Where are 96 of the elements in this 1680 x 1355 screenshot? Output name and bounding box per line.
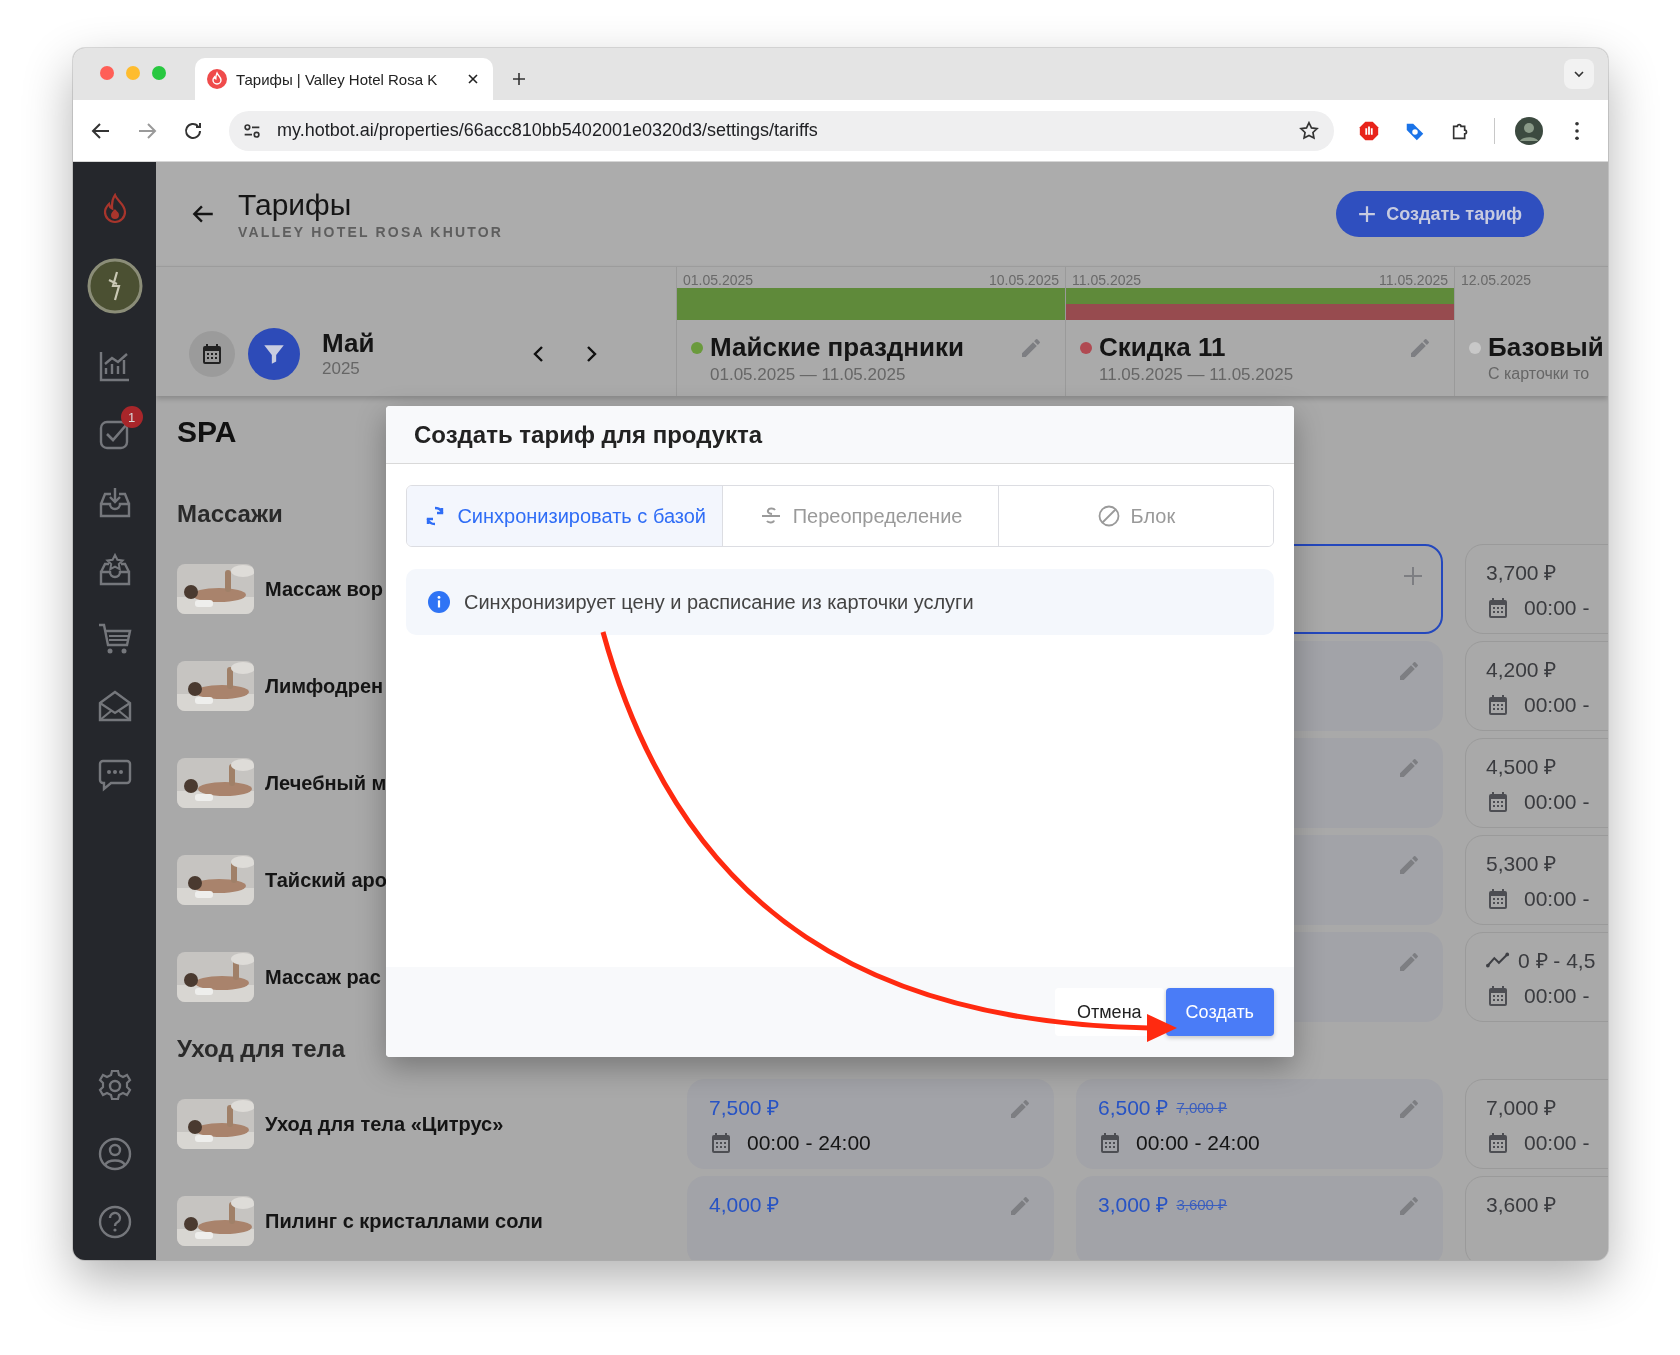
- tariff-price-card[interactable]: 4,200 ₽ 00:00 -: [1465, 641, 1608, 731]
- tariff-price-card[interactable]: 0 ₽ - 4,5 00:00 -: [1465, 932, 1608, 1022]
- time-range: 00:00 -: [1524, 596, 1590, 620]
- bookmark-star-icon[interactable]: [1298, 119, 1320, 142]
- plus-icon[interactable]: [1358, 205, 1377, 223]
- end-date: 11.05.2025: [1378, 272, 1448, 288]
- address-bar[interactable]: my.hotbot.ai/properties/66acc810bb5402001e0320d3/settings/tariffs: [229, 110, 1334, 151]
- help-icon[interactable]: [96, 1204, 133, 1240]
- start-date: 01.05.2025: [683, 272, 754, 288]
- old-price: 3,600 ₽: [1176, 1195, 1228, 1214]
- calendar-icon: [1486, 596, 1510, 620]
- tariff-price-card[interactable]: 7,000 ₽ 00:00 -: [1465, 1079, 1608, 1169]
- start-date: 12.05.2025: [1461, 272, 1532, 288]
- time-range: 00:00 -: [1524, 984, 1590, 1008]
- product-name: Уход для тела «Цитрус»: [265, 1112, 504, 1136]
- calendar-icon: [1486, 693, 1510, 717]
- create-tariff-button[interactable]: Создать тариф: [1336, 191, 1544, 237]
- calendar-icon[interactable]: [200, 341, 224, 366]
- product-name: Массаж вор: [265, 577, 383, 601]
- calendar-icon: [1486, 790, 1510, 814]
- url-text: my.hotbot.ai/properties/66acc810bb5402001e0320d3/settings/tariffs: [277, 120, 819, 141]
- flame-icon: [207, 69, 227, 89]
- time-range: 00:00 -: [1524, 693, 1590, 717]
- product-name: Лимфодрен: [265, 674, 384, 698]
- month-label: Май: [322, 328, 376, 359]
- flame-logo-icon[interactable]: [102, 193, 127, 225]
- price: 7,500 ₽: [709, 1095, 780, 1121]
- tariff-price-card[interactable]: 3,700 ₽ 00:00 -: [1465, 544, 1608, 634]
- price: 5,300 ₽: [1486, 851, 1557, 877]
- tariff-name[interactable]: Скидка 11: [1099, 332, 1226, 363]
- price: 3,000 ₽: [1098, 1192, 1169, 1218]
- price: 4,000 ₽: [709, 1192, 780, 1218]
- info-text: Синхронизирует цену и расписание из карточки услуги: [464, 590, 974, 614]
- mode-tab[interactable]: Блок: [997, 486, 1273, 546]
- price: 0 ₽ - 4,5: [1518, 948, 1596, 974]
- mode-tab[interactable]: Синхронизировать с базой: [407, 486, 723, 546]
- time-range: 00:00 -: [1524, 887, 1590, 911]
- stop-hand-icon[interactable]: [1358, 119, 1380, 142]
- tariff-period: 11.05.2025 — 11.05.2025: [1099, 365, 1295, 385]
- section-title: SPA: [176, 414, 237, 450]
- year-label: 2025: [322, 359, 361, 379]
- page-title: Тарифы: [238, 188, 353, 222]
- time-range: 00:00 - 24:00: [1136, 1131, 1260, 1155]
- browser-tab[interactable]: Тарифы | Valley Hotel Rosa K: [195, 58, 493, 100]
- filter-button[interactable]: [248, 327, 300, 380]
- calendar-icon: [1486, 1131, 1510, 1155]
- tariff-price-card[interactable]: 4,500 ₽ 00:00 -: [1465, 738, 1608, 828]
- profile-avatar-icon[interactable]: [1515, 116, 1543, 145]
- property-avatar-icon[interactable]: [86, 258, 143, 314]
- price: 6,500 ₽: [1098, 1095, 1169, 1121]
- close-icon[interactable]: [467, 73, 479, 85]
- trend-icon: [1486, 952, 1510, 968]
- hotel-name: VALLEY HOTEL ROSA KHUTOR: [238, 224, 504, 240]
- tariff-period: 01.05.2025 — 11.05.2025: [710, 365, 907, 385]
- block-icon[interactable]: [1096, 504, 1121, 528]
- calendar-icon: [1486, 887, 1510, 911]
- calendar-button[interactable]: [189, 330, 235, 377]
- tariff-period: С карточки то: [1488, 365, 1591, 383]
- tariff-price-card[interactable]: 3,000 ₽ 3,600 ₽: [1076, 1176, 1443, 1260]
- tariff-price-card[interactable]: 5,300 ₽ 00:00 -: [1465, 835, 1608, 925]
- menu-icon[interactable]: [1574, 120, 1580, 141]
- price: 4,500 ₽: [1486, 754, 1557, 780]
- group-title: Массажи: [176, 499, 283, 529]
- user-icon[interactable]: [96, 1136, 133, 1172]
- price: 3,700 ₽: [1486, 560, 1557, 586]
- product-name: Тайский аро: [265, 868, 387, 892]
- tariff-price-card[interactable]: 4,000 ₽: [687, 1176, 1054, 1260]
- tab-title: Тарифы | Valley Hotel Rosa K: [236, 70, 439, 88]
- info-icon: [428, 591, 450, 613]
- price: 3,600 ₽: [1486, 1192, 1557, 1218]
- time-range: 00:00 - 24:00: [747, 1131, 871, 1155]
- time-range: 00:00 -: [1524, 790, 1590, 814]
- close-window-button[interactable]: [100, 66, 114, 80]
- old-price: 7,000 ₽: [1176, 1098, 1228, 1117]
- product-name: Пилинг с кристаллами соли: [265, 1209, 543, 1233]
- group-title: Уход для тела: [176, 1034, 346, 1064]
- calendar-icon: [1486, 984, 1510, 1008]
- tariff-price-card[interactable]: 7,500 ₽ 00:00 - 24:00: [687, 1079, 1054, 1169]
- tariff-name[interactable]: Базовый: [1488, 332, 1604, 363]
- new-tab-icon[interactable]: [511, 71, 527, 87]
- notification-badge: 1: [120, 406, 143, 428]
- calendar-icon: [709, 1131, 733, 1155]
- price: 7,000 ₽: [1486, 1095, 1557, 1121]
- tariff-price-card[interactable]: 6,500 ₽ 7,000 ₽ 00:00 - 24:00: [1076, 1079, 1443, 1169]
- tariff-name[interactable]: Майские праздники: [710, 332, 965, 363]
- chevron-down-icon[interactable]: [1573, 68, 1585, 80]
- mail-icon[interactable]: [96, 688, 133, 724]
- product-name: Массаж рас: [265, 965, 381, 989]
- end-date: 10.05.2025: [988, 272, 1059, 288]
- create-button[interactable]: Создать: [1165, 988, 1274, 1036]
- start-date: 11.05.2025: [1072, 272, 1142, 288]
- dialog-title: Создать тариф для продукта: [414, 420, 763, 449]
- calendar-icon: [1098, 1131, 1122, 1155]
- price: 4,200 ₽: [1486, 657, 1557, 683]
- product-name: Лечебный м: [265, 771, 387, 795]
- time-range: 00:00 -: [1524, 1131, 1590, 1155]
